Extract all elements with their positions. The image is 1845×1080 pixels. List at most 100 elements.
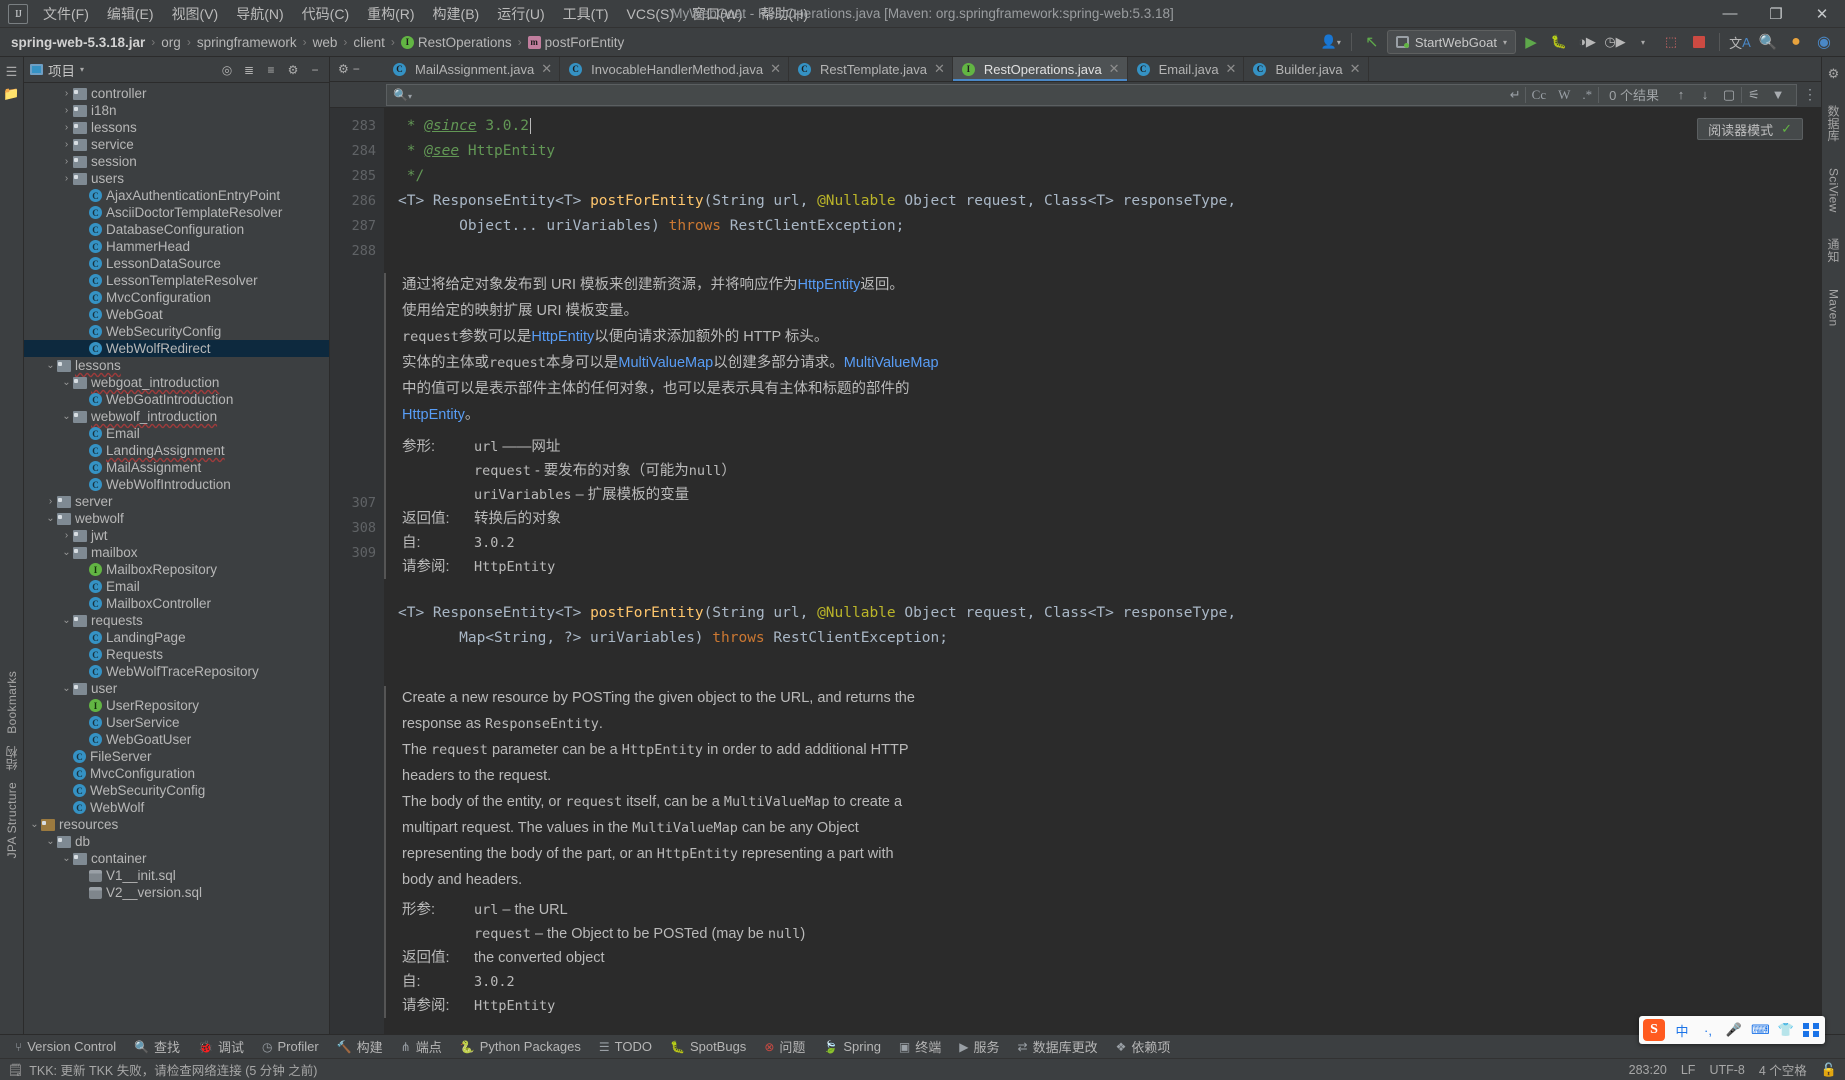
- tool-spring[interactable]: 🍃 Spring: [814, 1037, 890, 1056]
- tree-node[interactable]: ·C MvcConfiguration: [24, 289, 329, 306]
- doc-see-link[interactable]: HttpEntity: [474, 994, 1530, 1018]
- line-separator[interactable]: LF: [1681, 1063, 1696, 1077]
- code-content[interactable]: * @since 3.0.2 * @see HttpEntity */ <T> …: [384, 108, 1805, 1034]
- chevron-right-icon[interactable]: ›: [44, 496, 57, 507]
- tree-node[interactable]: ·C UserService: [24, 714, 329, 731]
- run-configuration-selector[interactable]: StartWebGoat ▾: [1386, 30, 1516, 54]
- run-with-coverage-icon[interactable]: ◑▶: [1574, 30, 1600, 54]
- words-toggle[interactable]: W: [1552, 87, 1576, 103]
- chevron-down-icon[interactable]: ⌄: [60, 547, 73, 558]
- tree-node[interactable]: ·C MailAssignment: [24, 459, 329, 476]
- close-tab-icon[interactable]: ✕: [541, 61, 552, 77]
- tool-build[interactable]: 🔨 构建: [328, 1035, 392, 1058]
- tool-problems[interactable]: ⊗ 问题: [755, 1035, 814, 1058]
- chevron-down-icon[interactable]: ⌄: [60, 377, 73, 388]
- close-tab-icon[interactable]: ✕: [1109, 61, 1120, 77]
- search-everywhere-icon[interactable]: 🔍: [1755, 30, 1781, 54]
- doc-link-responseentity[interactable]: ResponseEntity: [485, 716, 599, 732]
- menu-help[interactable]: 帮助(H): [752, 0, 817, 28]
- tree-node[interactable]: ·C AjaxAuthenticationEntryPoint: [24, 187, 329, 204]
- tree-node[interactable]: ⌄ resources: [24, 816, 329, 833]
- project-panel-title[interactable]: 项目 ▾: [30, 60, 84, 80]
- menu-vcs[interactable]: VCS(S): [618, 2, 683, 26]
- file-encoding[interactable]: UTF-8: [1709, 1063, 1744, 1077]
- breadcrumb-item-springframework[interactable]: springframework: [194, 34, 300, 51]
- menu-file[interactable]: 文件(F): [34, 0, 98, 28]
- tool-window-structure[interactable]: 结构: [1, 740, 22, 777]
- editor-tabs[interactable]: C MailAssignment.java ✕ C InvocableHandlerMe…: [384, 57, 1369, 81]
- match-case-toggle[interactable]: Cc: [1526, 87, 1552, 103]
- hide-panel-icon[interactable]: −: [305, 60, 325, 80]
- tool-window-notifications[interactable]: 通知: [1823, 232, 1844, 269]
- profiler-icon[interactable]: ◷▶: [1602, 30, 1628, 54]
- chevron-right-icon[interactable]: ›: [60, 530, 73, 541]
- find-filter2-icon[interactable]: ▼: [1766, 84, 1790, 106]
- editor-tab[interactable]: C InvocableHandlerMethod.java ✕: [560, 57, 790, 81]
- tree-node[interactable]: ·C LandingPage: [24, 629, 329, 646]
- tree-node[interactable]: ·C FileServer: [24, 748, 329, 765]
- menu-code[interactable]: 代码(C): [293, 0, 358, 28]
- tree-node[interactable]: ·C WebWolf: [24, 799, 329, 816]
- breadcrumb-item-jar[interactable]: spring-web-5.3.18.jar: [8, 34, 148, 51]
- tree-node[interactable]: ·C WebWolfRedirect: [24, 340, 329, 357]
- ime-voice-icon[interactable]: 🎤: [1725, 1022, 1743, 1038]
- tree-node[interactable]: › lessons: [24, 119, 329, 136]
- editor-scrollbar-gutter[interactable]: [1805, 108, 1821, 1034]
- breadcrumb-item-web[interactable]: web: [310, 34, 341, 51]
- tool-python-packages[interactable]: 🐍 Python Packages: [451, 1037, 590, 1056]
- debug-icon[interactable]: 🐛: [1546, 30, 1572, 54]
- menu-view[interactable]: 视图(V): [163, 0, 228, 28]
- regex-toggle[interactable]: .*: [1576, 87, 1598, 103]
- tool-todo[interactable]: ☰ TODO: [590, 1037, 661, 1056]
- breadcrumb-item-org[interactable]: org: [158, 34, 184, 51]
- collapse-all-icon[interactable]: ≡: [261, 60, 281, 80]
- tree-node[interactable]: ⌄ webwolf: [24, 510, 329, 527]
- project-files-icon[interactable]: 📁: [3, 83, 19, 105]
- tool-window-sciview[interactable]: SciView: [1825, 162, 1843, 219]
- tree-node[interactable]: ·I MailboxRepository: [24, 561, 329, 578]
- tree-node[interactable]: ·C WebWolfIntroduction: [24, 476, 329, 493]
- ime-skin-icon[interactable]: 👕: [1777, 1022, 1795, 1038]
- tool-window-jpa-structure[interactable]: JPA Structure: [3, 776, 21, 864]
- tree-node[interactable]: ·C MvcConfiguration: [24, 765, 329, 782]
- hamburger-icon[interactable]: ☰: [6, 61, 18, 83]
- tree-node[interactable]: ·C AsciiDoctorTemplateResolver: [24, 204, 329, 221]
- ime-apps-icon[interactable]: [1803, 1023, 1821, 1037]
- editor-tab[interactable]: C MailAssignment.java ✕: [384, 57, 561, 81]
- chevron-down-icon[interactable]: ⌄: [60, 615, 73, 626]
- tree-node[interactable]: ·C WebGoatIntroduction: [24, 391, 329, 408]
- ide-assistant-icon[interactable]: ◉: [1811, 30, 1837, 54]
- sogou-logo-icon[interactable]: S: [1643, 1019, 1665, 1041]
- menu-run[interactable]: 运行(U): [488, 0, 553, 28]
- find-next-icon[interactable]: ↓: [1693, 84, 1717, 106]
- chevron-right-icon[interactable]: ›: [60, 88, 73, 99]
- tree-node[interactable]: ⌄ webgoat_introduction: [24, 374, 329, 391]
- editor-tab[interactable]: C Builder.java ✕: [1244, 57, 1369, 81]
- tree-node[interactable]: ·C WebGoat: [24, 306, 329, 323]
- chevron-right-icon[interactable]: ›: [60, 156, 73, 167]
- chevron-down-icon[interactable]: ⌄: [44, 360, 57, 371]
- find-filter-icon[interactable]: ⚟: [1742, 84, 1766, 106]
- doc-link-httpentity[interactable]: HttpEntity: [798, 277, 861, 293]
- chevron-right-icon[interactable]: ›: [60, 122, 73, 133]
- menu-refactor[interactable]: 重构(R): [358, 0, 423, 28]
- locate-icon[interactable]: ◎: [217, 60, 237, 80]
- doc-link-multivaluemap[interactable]: MultiValueMap: [844, 355, 939, 371]
- close-tab-icon[interactable]: ✕: [1350, 61, 1361, 77]
- doc-see-link[interactable]: HttpEntity: [474, 555, 1530, 579]
- tool-spotbugs[interactable]: 🐛 SpotBugs: [661, 1037, 755, 1056]
- close-button[interactable]: ✕: [1799, 0, 1845, 28]
- ime-mode-icon[interactable]: 中: [1673, 1021, 1691, 1040]
- doc-link-multivaluemap[interactable]: MultiValueMap: [618, 355, 713, 371]
- run-icon[interactable]: ▶: [1518, 30, 1544, 54]
- breadcrumb-item-restoperations[interactable]: I RestOperations: [398, 34, 515, 51]
- expand-all-icon[interactable]: ≣: [239, 60, 259, 80]
- tool-profiler[interactable]: ◷ Profiler: [253, 1037, 328, 1056]
- profiler-dropdown-icon[interactable]: ▾: [1630, 30, 1656, 54]
- tree-node[interactable]: ⌄ container: [24, 850, 329, 867]
- translate-icon[interactable]: 文A: [1727, 30, 1753, 54]
- menu-edit[interactable]: 编辑(E): [98, 0, 163, 28]
- find-prev-icon[interactable]: ↑: [1669, 84, 1693, 106]
- settings-icon[interactable]: ⚙: [338, 62, 349, 76]
- notifications-icon[interactable]: ●: [1783, 30, 1809, 54]
